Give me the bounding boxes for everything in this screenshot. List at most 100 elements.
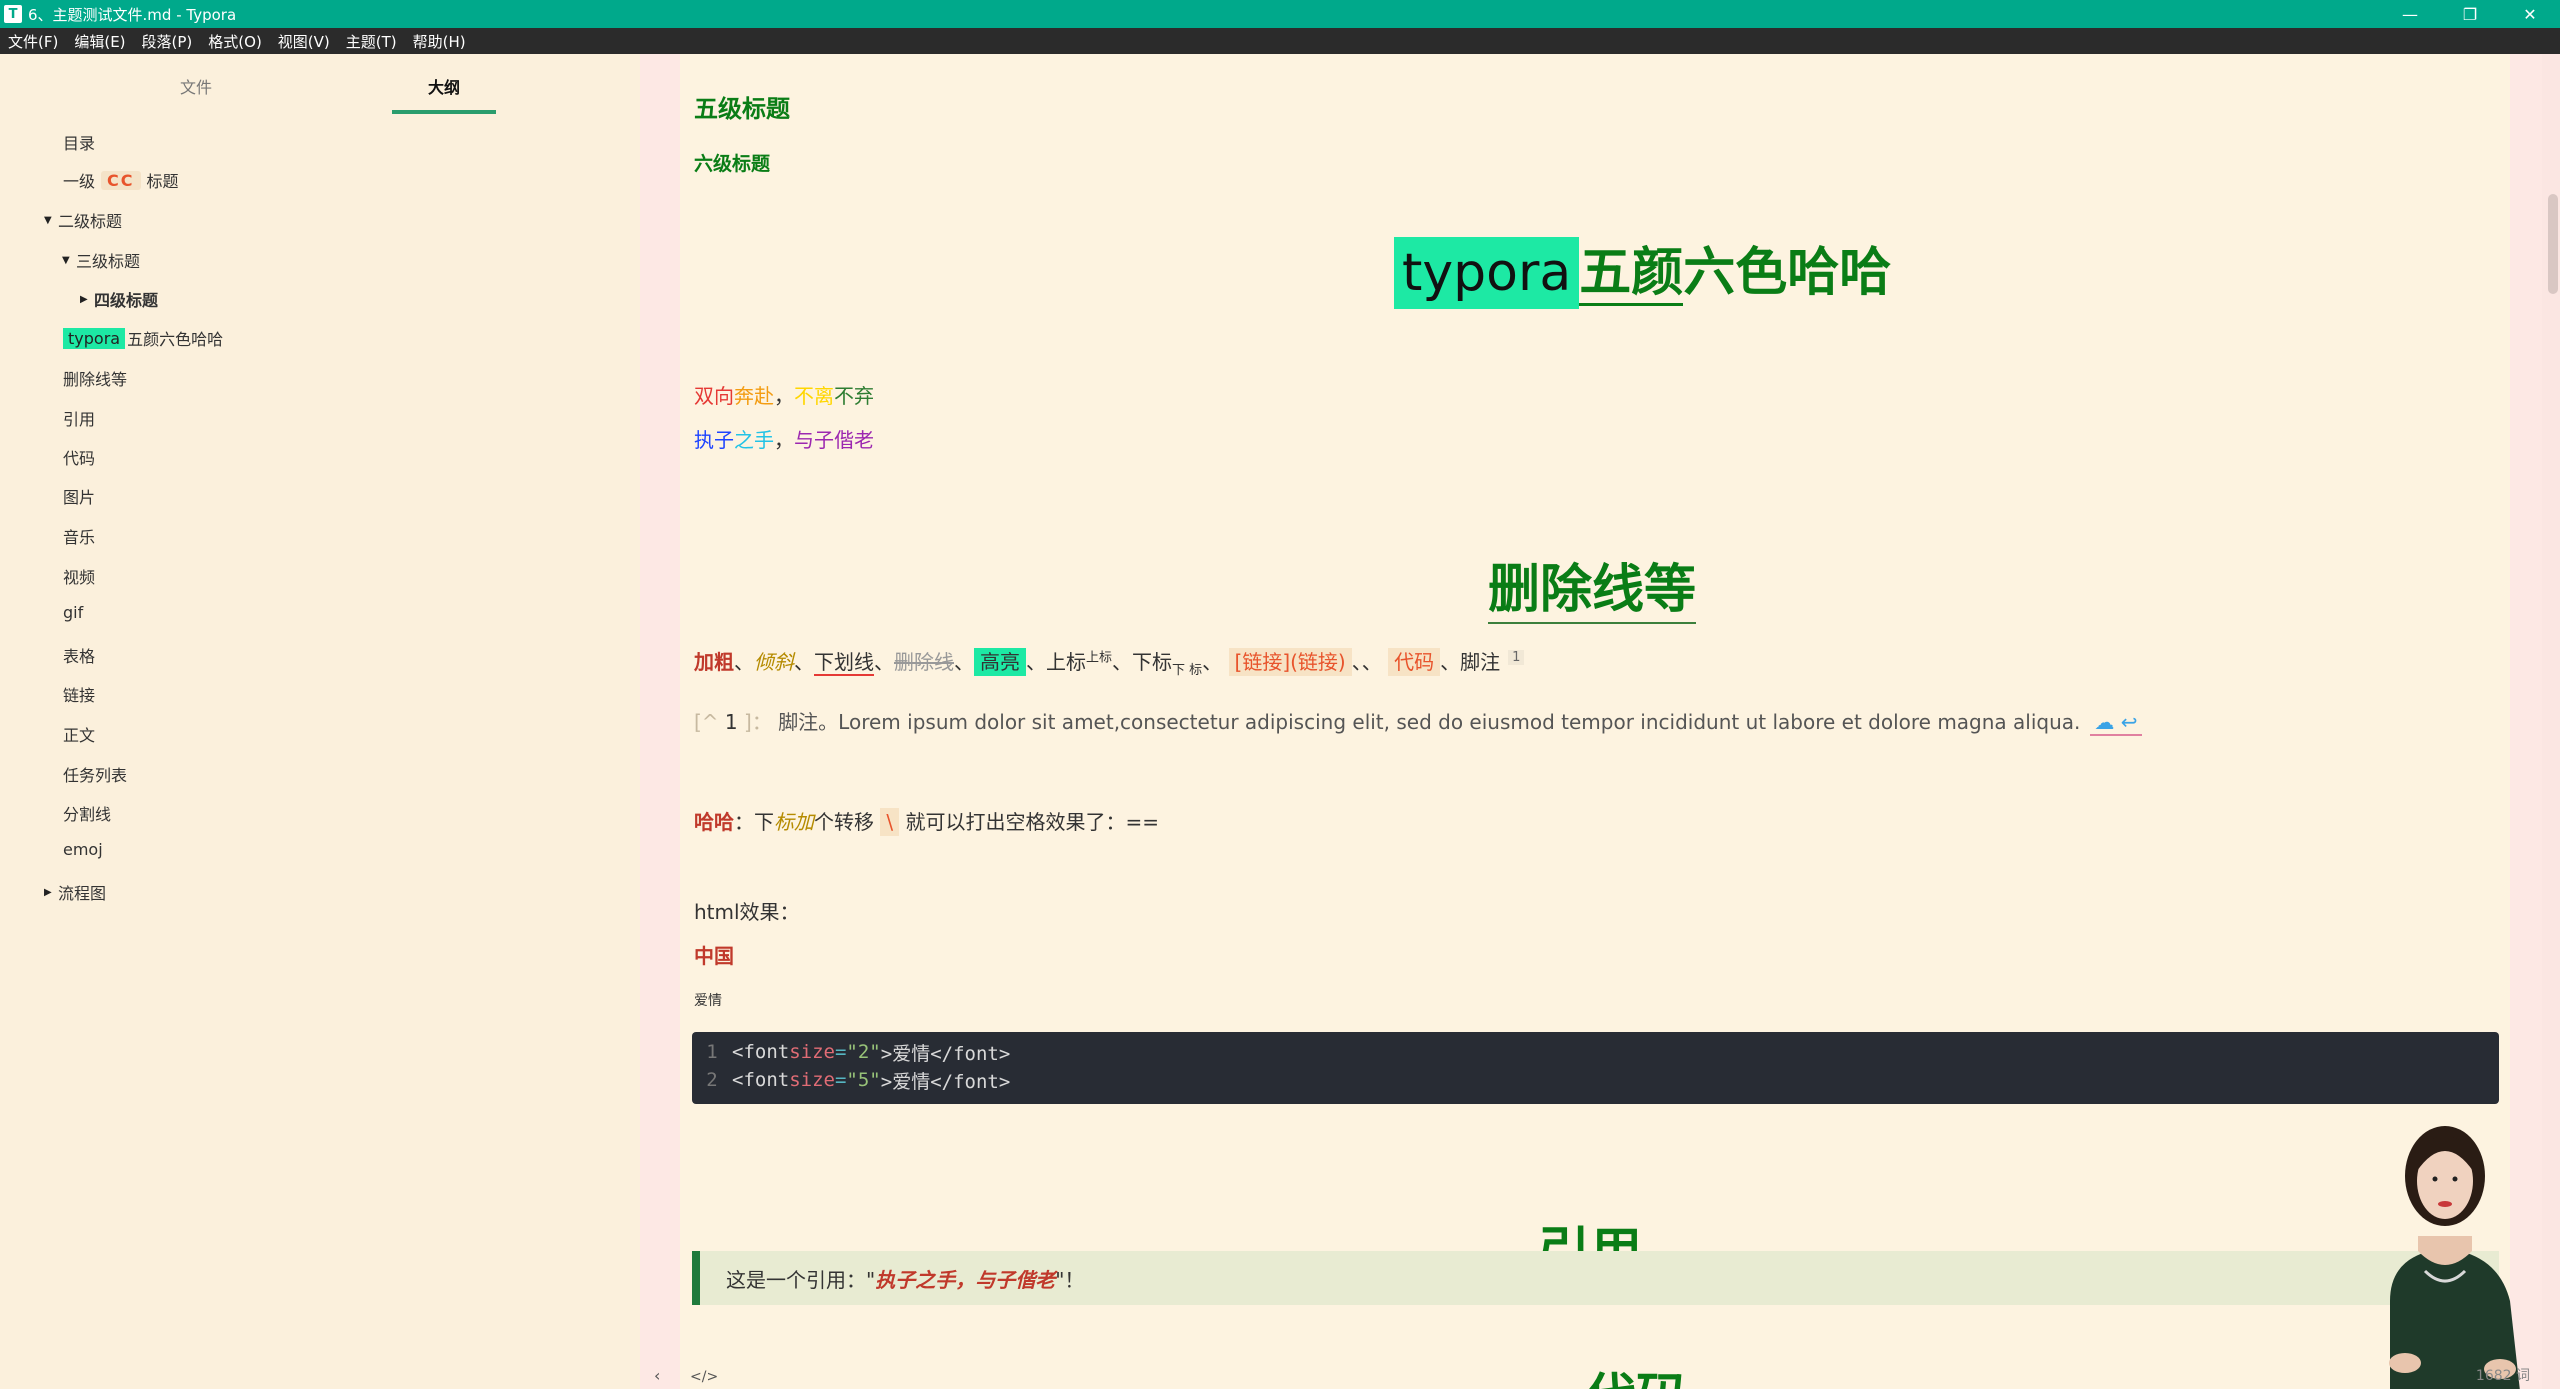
outline-item-music[interactable]: 音乐 — [63, 524, 95, 548]
sidebar: 文件 大纲 目录 一级 CC 标题 ▼ 二级标题 ▼ 三级标题 ▶ 四级标题 typora… — [0, 54, 640, 1389]
quote-text: "！ — [1055, 1267, 1085, 1292]
outline-item-label: 正文 — [63, 726, 96, 745]
html-label: html效果： — [694, 900, 800, 924]
outline-item-h2[interactable]: ▼ 二级标题 — [44, 208, 122, 232]
caret-right-icon[interactable]: ▶ — [44, 887, 58, 898]
outline-item-h4[interactable]: ▶ 四级标题 — [80, 287, 158, 311]
outline-item-label: gif — [63, 603, 84, 622]
text-sep: 、 — [794, 650, 814, 674]
text-sep: 、 — [1202, 650, 1223, 674]
code-line: 2 <font size = "5" >爱情</font> — [692, 1066, 2499, 1094]
text-comma: ， — [774, 428, 794, 452]
heading-5: 五级标题 — [694, 95, 790, 123]
menu-help[interactable]: 帮助(H) — [413, 31, 466, 52]
menu-bar: 文件(F) 编辑(E) 段落(P) 格式(O) 视图(V) 主题(T) 帮助(H… — [0, 28, 2560, 54]
code-eq: = — [834, 1041, 847, 1063]
document-page[interactable]: 五级标题 六级标题 typora 五颜六色哈哈 双向奔赴，不离不弃 执子之手，与子… — [680, 54, 2520, 1389]
tab-files[interactable]: 文件 — [144, 74, 248, 110]
text-italic: 倾斜 — [754, 650, 794, 674]
outline-item-label: 标题 — [146, 172, 179, 191]
outline-badge: CC — [101, 170, 141, 190]
caret-down-icon[interactable]: ▼ — [62, 255, 76, 266]
text-bold: 加粗 — [694, 650, 734, 674]
heading-6: 六级标题 — [694, 153, 771, 175]
outline-item-toc[interactable]: 目录 — [63, 130, 95, 154]
outline-item-emoj[interactable]: emoj — [63, 840, 103, 859]
haha-line: 哈哈：下标加个转移 \ 就可以打出空格效果了：== — [694, 806, 1159, 836]
outline-item-label: 二级标题 — [58, 212, 123, 231]
code-line: 1 <font size = "2" >爱情</font> — [692, 1038, 2499, 1066]
text-footnote-label: 脚注 — [1460, 650, 1501, 674]
outline-item-video[interactable]: 视频 — [63, 564, 95, 588]
footnote-def: [^ 1 ]： 脚注。Lorem ipsum dolor sit amet,co… — [694, 706, 2142, 736]
tab-outline[interactable]: 大纲 — [392, 74, 496, 114]
code-attr: size — [789, 1041, 835, 1063]
menu-format[interactable]: 格式(O) — [208, 31, 262, 52]
heading-highlight: typora — [1394, 237, 1580, 309]
maximize-button[interactable]: ❐ — [2440, 5, 2500, 24]
code-attr: size — [789, 1069, 835, 1091]
outline-item-h3[interactable]: ▼ 三级标题 — [62, 248, 140, 272]
typora-app-icon: T — [4, 5, 22, 23]
text-sep: 、 — [1440, 650, 1461, 674]
text-sup-label: 上标 — [1046, 650, 1086, 674]
minimize-button[interactable]: — — [2380, 5, 2440, 24]
outline-item-label: 链接 — [63, 686, 96, 705]
text-bold: 哈哈 — [694, 810, 734, 834]
code-block[interactable]: 1 <font size = "2" >爱情</font> 2 <font size = "5… — [692, 1032, 2499, 1104]
outline-item-flowchart[interactable]: ▶ 流程图 — [44, 880, 106, 904]
text-link[interactable]: [链接](链接) — [1228, 648, 1352, 676]
outline-item-hr[interactable]: 分割线 — [63, 801, 111, 825]
color-line-1: 双向奔赴，不离不弃 — [694, 380, 874, 409]
outline-item-h1[interactable]: 一级 CC 标题 — [63, 168, 179, 192]
word-count[interactable]: 1682 词 — [2476, 1365, 2530, 1385]
caret-down-icon[interactable]: ▼ — [44, 215, 58, 226]
outline-item-link[interactable]: 链接 — [63, 682, 95, 706]
outline-item-label: 分割线 — [63, 805, 112, 824]
text-sep: 、 — [954, 650, 974, 674]
text-blue: 执子 — [694, 428, 734, 452]
text-green: 不弃 — [834, 384, 874, 408]
code-tag: <font — [732, 1041, 790, 1063]
outline-item-gif[interactable]: gif — [63, 603, 83, 622]
text-sep: 、、 — [1351, 650, 1382, 674]
menu-paragraph[interactable]: 段落(P) — [142, 31, 193, 52]
color-line-2: 执子之手，与子偕老 — [694, 424, 874, 453]
collapse-sidebar-icon[interactable]: ‹ — [654, 1366, 660, 1385]
heading-underline: 五颜 — [1579, 243, 1684, 306]
text-yellow: 不离 — [794, 384, 834, 408]
title-bar: T 6、主题测试文件.md - Typora — ❐ ✕ — [0, 0, 2560, 28]
menu-theme[interactable]: 主题(T) — [346, 31, 397, 52]
caret-right-icon[interactable]: ▶ — [80, 294, 94, 305]
outline-item-quote[interactable]: 引用 — [63, 406, 95, 430]
status-bar: ‹ </> 1682 词 — [640, 1363, 2560, 1389]
footnote-ref[interactable]: 1 — [1508, 650, 1525, 666]
menu-edit[interactable]: 编辑(E) — [74, 31, 125, 52]
outline-item-code[interactable]: 代码 — [63, 445, 95, 469]
heading-strike: 删除线等 — [1488, 547, 1697, 624]
source-code-icon[interactable]: </> — [690, 1369, 718, 1385]
outline-item-image[interactable]: 图片 — [63, 484, 95, 508]
text-highlight: 高亮 — [974, 648, 1026, 676]
footnote-back-icon[interactable]: ☁ ↩ — [2090, 710, 2142, 736]
text-comma: ， — [774, 384, 794, 408]
menu-file[interactable]: 文件(F) — [8, 31, 58, 52]
text-cyan: 之手 — [734, 428, 774, 452]
outline-item-label: 五颜六色哈哈 — [127, 330, 224, 349]
china-text: 中国 — [694, 944, 734, 968]
scrollbar-thumb[interactable] — [2548, 194, 2558, 294]
footnote-number: 1 — [724, 710, 738, 734]
footnote-bracket: [^ — [694, 710, 719, 734]
outline-badge: typora — [63, 327, 126, 349]
close-button[interactable]: ✕ — [2500, 5, 2560, 24]
outline-item-strike[interactable]: 删除线等 — [63, 366, 127, 390]
outline-item-tasks[interactable]: 任务列表 — [63, 762, 127, 786]
code-string: "5" — [846, 1069, 881, 1091]
outline-item-body[interactable]: 正文 — [63, 722, 95, 746]
menu-view[interactable]: 视图(V) — [278, 31, 330, 52]
code-rest: >爱情</font> — [880, 1070, 1011, 1093]
outline-item-table[interactable]: 表格 — [63, 643, 95, 667]
vertical-scrollbar[interactable] — [2542, 54, 2560, 1389]
text-underline: 下划线 — [814, 650, 874, 676]
outline-item-typora[interactable]: typora 五颜六色哈哈 — [63, 326, 223, 350]
